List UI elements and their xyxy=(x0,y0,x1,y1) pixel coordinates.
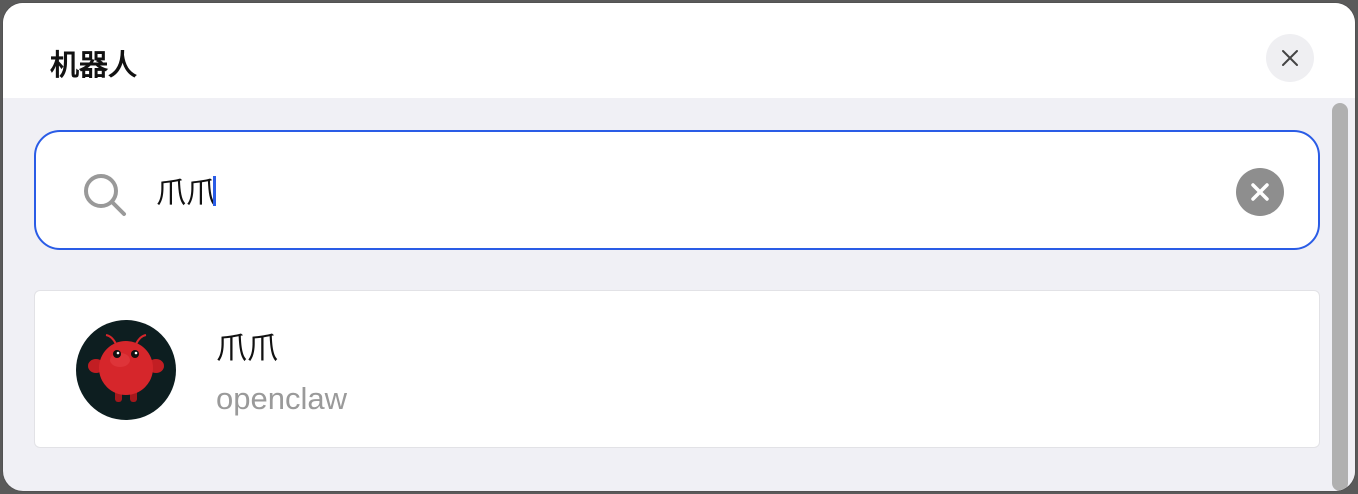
search-input[interactable] xyxy=(156,162,1156,218)
close-icon xyxy=(1282,50,1298,66)
clear-icon xyxy=(1251,183,1269,201)
red-robot-avatar-icon xyxy=(88,334,164,402)
dialog-header: 机器人 xyxy=(3,3,1355,98)
robot-id: openclaw xyxy=(216,381,347,416)
close-button[interactable] xyxy=(1266,34,1314,82)
search-box[interactable] xyxy=(34,130,1320,250)
list-item[interactable]: 爪爪 openclaw xyxy=(34,290,1320,448)
search-icon xyxy=(84,174,126,216)
scrollbar-thumb[interactable] xyxy=(1332,103,1348,491)
robot-picker-dialog: 机器人 爪爪 爪爪 openclaw xyxy=(3,3,1355,491)
avatar xyxy=(76,320,176,420)
dialog-title: 机器人 xyxy=(50,48,138,82)
robot-name: 爪爪 xyxy=(216,331,278,367)
clear-search-button[interactable] xyxy=(1236,168,1284,216)
text-caret xyxy=(213,176,216,206)
